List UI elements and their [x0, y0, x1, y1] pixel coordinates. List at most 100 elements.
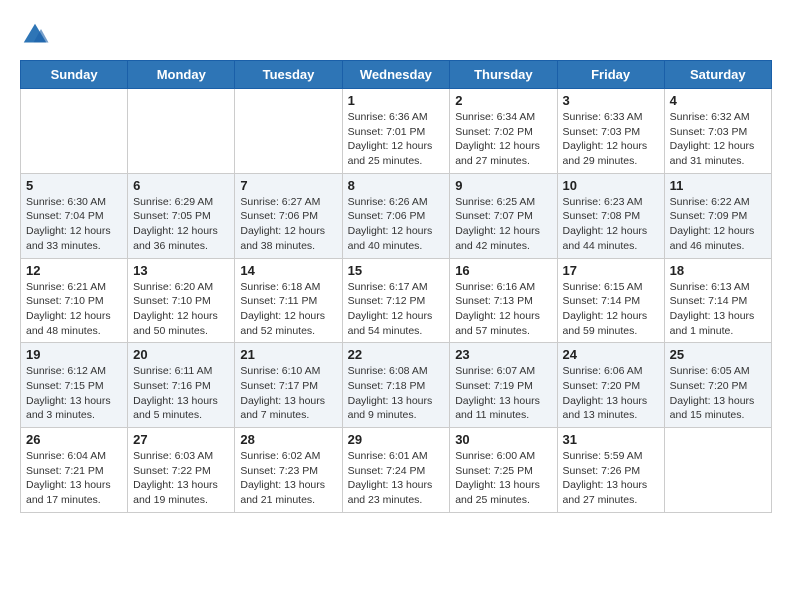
day-number: 21: [240, 347, 336, 362]
day-number: 18: [670, 263, 766, 278]
calendar-cell: 7 Sunrise: 6:27 AM Sunset: 7:06 PM Daylig…: [235, 173, 342, 258]
day-info: Sunrise: 6:10 AM Sunset: 7:17 PM Dayligh…: [240, 364, 336, 423]
day-info: Sunrise: 6:00 AM Sunset: 7:25 PM Dayligh…: [455, 449, 551, 508]
day-number: 29: [348, 432, 445, 447]
day-info: Sunrise: 6:34 AM Sunset: 7:02 PM Dayligh…: [455, 110, 551, 169]
day-number: 26: [26, 432, 122, 447]
day-info: Sunrise: 6:01 AM Sunset: 7:24 PM Dayligh…: [348, 449, 445, 508]
calendar-cell: [664, 428, 771, 513]
day-number: 6: [133, 178, 229, 193]
day-number: 31: [563, 432, 659, 447]
day-info: Sunrise: 6:15 AM Sunset: 7:14 PM Dayligh…: [563, 280, 659, 339]
logo-icon: [20, 20, 50, 50]
day-number: 17: [563, 263, 659, 278]
day-info: Sunrise: 6:32 AM Sunset: 7:03 PM Dayligh…: [670, 110, 766, 169]
day-number: 25: [670, 347, 766, 362]
day-info: Sunrise: 6:27 AM Sunset: 7:06 PM Dayligh…: [240, 195, 336, 254]
calendar-cell: 10 Sunrise: 6:23 AM Sunset: 7:08 PM Dayli…: [557, 173, 664, 258]
day-info: Sunrise: 6:08 AM Sunset: 7:18 PM Dayligh…: [348, 364, 445, 423]
day-info: Sunrise: 6:03 AM Sunset: 7:22 PM Dayligh…: [133, 449, 229, 508]
calendar-cell: 19 Sunrise: 6:12 AM Sunset: 7:15 PM Dayli…: [21, 343, 128, 428]
calendar-cell: 22 Sunrise: 6:08 AM Sunset: 7:18 PM Dayli…: [342, 343, 450, 428]
calendar-cell: 16 Sunrise: 6:16 AM Sunset: 7:13 PM Dayli…: [450, 258, 557, 343]
page-header: [20, 20, 772, 50]
calendar-cell: 11 Sunrise: 6:22 AM Sunset: 7:09 PM Dayli…: [664, 173, 771, 258]
calendar-week-row: 19 Sunrise: 6:12 AM Sunset: 7:15 PM Dayli…: [21, 343, 772, 428]
day-number: 19: [26, 347, 122, 362]
day-info: Sunrise: 6:33 AM Sunset: 7:03 PM Dayligh…: [563, 110, 659, 169]
day-info: Sunrise: 6:23 AM Sunset: 7:08 PM Dayligh…: [563, 195, 659, 254]
day-number: 2: [455, 93, 551, 108]
calendar-cell: 12 Sunrise: 6:21 AM Sunset: 7:10 PM Dayli…: [21, 258, 128, 343]
calendar-cell: 14 Sunrise: 6:18 AM Sunset: 7:11 PM Dayli…: [235, 258, 342, 343]
day-of-week-header: Friday: [557, 61, 664, 89]
calendar-cell: 1Sunrise: 6:36 AM Sunset: 7:01 PM Daylig…: [342, 89, 450, 174]
day-number: 10: [563, 178, 659, 193]
day-of-week-header: Monday: [128, 61, 235, 89]
calendar-cell: 21 Sunrise: 6:10 AM Sunset: 7:17 PM Dayli…: [235, 343, 342, 428]
calendar-week-row: 1Sunrise: 6:36 AM Sunset: 7:01 PM Daylig…: [21, 89, 772, 174]
day-of-week-header: Tuesday: [235, 61, 342, 89]
day-number: 16: [455, 263, 551, 278]
day-info: Sunrise: 6:05 AM Sunset: 7:20 PM Dayligh…: [670, 364, 766, 423]
day-number: 7: [240, 178, 336, 193]
day-info: Sunrise: 6:36 AM Sunset: 7:01 PM Dayligh…: [348, 110, 445, 169]
calendar-cell: [235, 89, 342, 174]
calendar-cell: 3Sunrise: 6:33 AM Sunset: 7:03 PM Daylig…: [557, 89, 664, 174]
day-number: 8: [348, 178, 445, 193]
day-info: Sunrise: 6:16 AM Sunset: 7:13 PM Dayligh…: [455, 280, 551, 339]
day-of-week-header: Sunday: [21, 61, 128, 89]
calendar-cell: 18 Sunrise: 6:13 AM Sunset: 7:14 PM Dayli…: [664, 258, 771, 343]
day-info: Sunrise: 6:12 AM Sunset: 7:15 PM Dayligh…: [26, 364, 122, 423]
calendar-cell: 6 Sunrise: 6:29 AM Sunset: 7:05 PM Daylig…: [128, 173, 235, 258]
calendar-cell: 2 Sunrise: 6:34 AM Sunset: 7:02 PM Daylig…: [450, 89, 557, 174]
day-info: Sunrise: 6:17 AM Sunset: 7:12 PM Dayligh…: [348, 280, 445, 339]
calendar-cell: [21, 89, 128, 174]
day-number: 14: [240, 263, 336, 278]
day-number: 12: [26, 263, 122, 278]
day-info: Sunrise: 6:29 AM Sunset: 7:05 PM Dayligh…: [133, 195, 229, 254]
calendar-cell: 15 Sunrise: 6:17 AM Sunset: 7:12 PM Dayli…: [342, 258, 450, 343]
calendar-cell: 9Sunrise: 6:25 AM Sunset: 7:07 PM Daylig…: [450, 173, 557, 258]
calendar-cell: 30 Sunrise: 6:00 AM Sunset: 7:25 PM Dayli…: [450, 428, 557, 513]
day-info: Sunrise: 6:25 AM Sunset: 7:07 PM Dayligh…: [455, 195, 551, 254]
calendar-cell: 4Sunrise: 6:32 AM Sunset: 7:03 PM Daylig…: [664, 89, 771, 174]
calendar-cell: 23 Sunrise: 6:07 AM Sunset: 7:19 PM Dayli…: [450, 343, 557, 428]
calendar-cell: 29 Sunrise: 6:01 AM Sunset: 7:24 PM Dayli…: [342, 428, 450, 513]
day-info: Sunrise: 6:20 AM Sunset: 7:10 PM Dayligh…: [133, 280, 229, 339]
calendar-cell: 5Sunrise: 6:30 AM Sunset: 7:04 PM Daylig…: [21, 173, 128, 258]
calendar-cell: 25 Sunrise: 6:05 AM Sunset: 7:20 PM Dayli…: [664, 343, 771, 428]
calendar-table: SundayMondayTuesdayWednesdayThursdayFrid…: [20, 60, 772, 513]
calendar-week-row: 5Sunrise: 6:30 AM Sunset: 7:04 PM Daylig…: [21, 173, 772, 258]
calendar-cell: 17 Sunrise: 6:15 AM Sunset: 7:14 PM Dayli…: [557, 258, 664, 343]
day-info: Sunrise: 6:21 AM Sunset: 7:10 PM Dayligh…: [26, 280, 122, 339]
day-number: 11: [670, 178, 766, 193]
calendar-week-row: 26 Sunrise: 6:04 AM Sunset: 7:21 PM Dayli…: [21, 428, 772, 513]
calendar-header-row: SundayMondayTuesdayWednesdayThursdayFrid…: [21, 61, 772, 89]
day-info: Sunrise: 6:13 AM Sunset: 7:14 PM Dayligh…: [670, 280, 766, 339]
calendar-cell: 27 Sunrise: 6:03 AM Sunset: 7:22 PM Dayli…: [128, 428, 235, 513]
day-info: Sunrise: 6:04 AM Sunset: 7:21 PM Dayligh…: [26, 449, 122, 508]
calendar-week-row: 12 Sunrise: 6:21 AM Sunset: 7:10 PM Dayli…: [21, 258, 772, 343]
calendar-cell: [128, 89, 235, 174]
calendar-cell: 24 Sunrise: 6:06 AM Sunset: 7:20 PM Dayli…: [557, 343, 664, 428]
day-number: 23: [455, 347, 551, 362]
day-number: 30: [455, 432, 551, 447]
day-info: Sunrise: 6:07 AM Sunset: 7:19 PM Dayligh…: [455, 364, 551, 423]
day-of-week-header: Saturday: [664, 61, 771, 89]
day-info: Sunrise: 6:02 AM Sunset: 7:23 PM Dayligh…: [240, 449, 336, 508]
day-number: 24: [563, 347, 659, 362]
day-info: Sunrise: 6:22 AM Sunset: 7:09 PM Dayligh…: [670, 195, 766, 254]
calendar-cell: 26 Sunrise: 6:04 AM Sunset: 7:21 PM Dayli…: [21, 428, 128, 513]
day-number: 22: [348, 347, 445, 362]
day-number: 5: [26, 178, 122, 193]
calendar-cell: 31Sunrise: 5:59 AM Sunset: 7:26 PM Dayli…: [557, 428, 664, 513]
day-number: 28: [240, 432, 336, 447]
day-number: 20: [133, 347, 229, 362]
day-number: 15: [348, 263, 445, 278]
day-number: 27: [133, 432, 229, 447]
calendar-cell: 20Sunrise: 6:11 AM Sunset: 7:16 PM Dayli…: [128, 343, 235, 428]
logo: [20, 20, 56, 50]
day-info: Sunrise: 6:18 AM Sunset: 7:11 PM Dayligh…: [240, 280, 336, 339]
day-info: Sunrise: 6:06 AM Sunset: 7:20 PM Dayligh…: [563, 364, 659, 423]
